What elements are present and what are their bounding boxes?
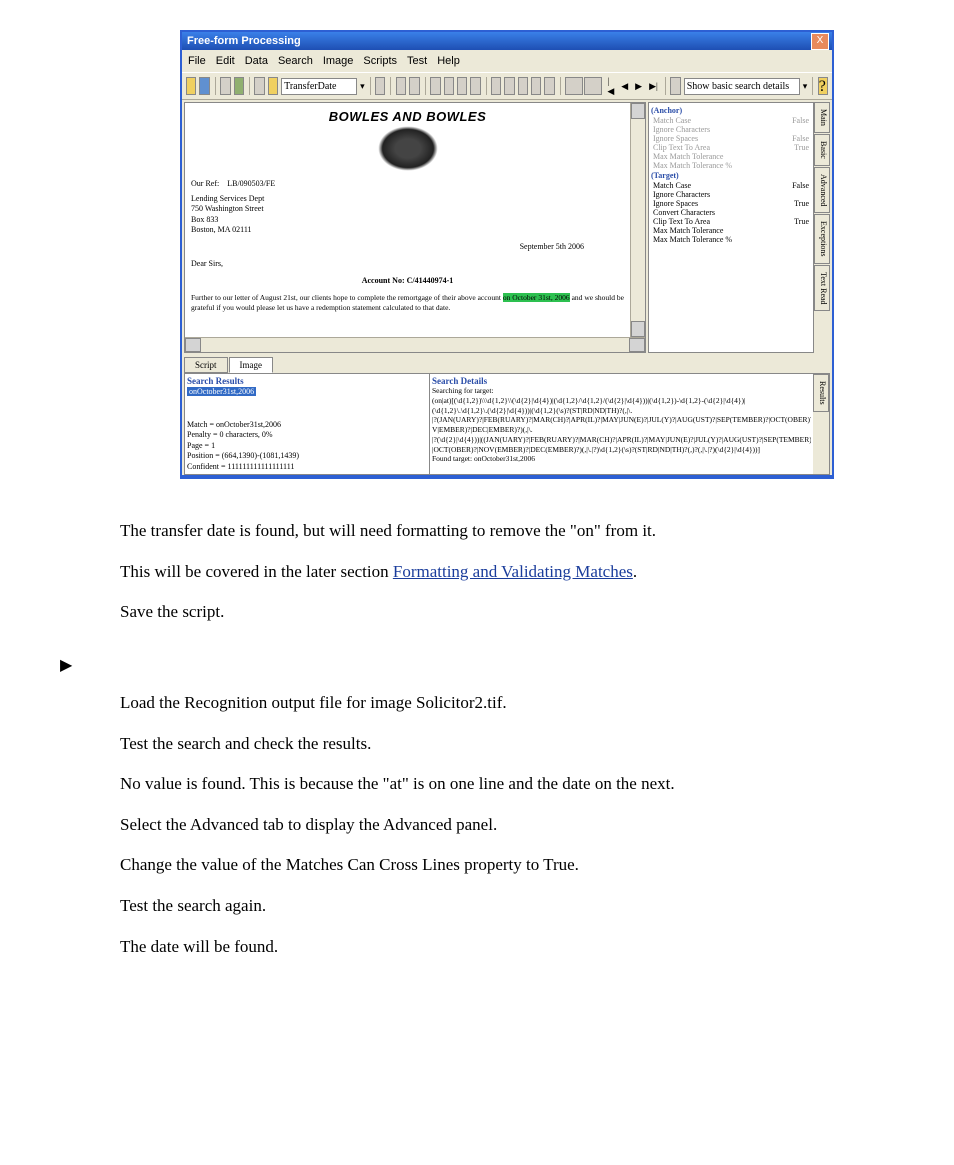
stat-page: Page = 1 [187, 441, 427, 451]
match-highlight: on October 31st, 2006 [503, 293, 570, 302]
tab-basic[interactable]: Basic [814, 134, 830, 166]
stat-match: Match = onOctober31st,2006 [187, 420, 427, 430]
folder-icon[interactable] [268, 77, 278, 95]
block-icon[interactable] [544, 77, 554, 95]
list2-icon[interactable] [531, 77, 541, 95]
app-window: Free-form Processing X File Edit Data Se… [180, 30, 834, 479]
toolbar: ▾ [182, 72, 832, 100]
ourref-value: LB/090503/FE [227, 179, 275, 188]
para-3: Save the script. [120, 600, 834, 625]
copy-icon[interactable] [444, 77, 454, 95]
menu-search[interactable]: Search [278, 55, 313, 67]
step-arrow-icon: ▶ [60, 655, 834, 675]
tab-advanced[interactable]: Advanced [814, 167, 830, 213]
window-title: Free-form Processing [185, 35, 301, 47]
menu-test[interactable]: Test [407, 55, 427, 67]
zoomin-icon[interactable] [565, 77, 583, 95]
tab-main[interactable]: Main [814, 102, 830, 133]
indent-icon[interactable] [491, 77, 501, 95]
prop-group-anchor: (Anchor) [651, 106, 811, 115]
para-9: Test the search again. [120, 894, 834, 919]
help-icon[interactable]: ? [818, 77, 828, 95]
img-icon[interactable] [220, 77, 230, 95]
undo-icon[interactable] [396, 77, 406, 95]
addr4: Boston, MA 02111 [191, 225, 624, 235]
find-icon[interactable] [470, 77, 480, 95]
print-icon[interactable] [254, 77, 264, 95]
para-4: Load the Recognition output file for ima… [120, 691, 834, 716]
logo-icon [378, 126, 438, 171]
properties-panel: (Anchor) Match CaseFalse Ignore Characte… [648, 102, 814, 353]
tool-icon[interactable] [375, 77, 385, 95]
stat-penalty: Penalty = 0 characters, 0% [187, 430, 427, 440]
results-heading: Search Results [187, 376, 427, 386]
scrollbar-vertical[interactable] [630, 103, 645, 337]
titlebar[interactable]: Free-form Processing X [182, 32, 832, 50]
para-1: The transfer date is found, but will nee… [120, 519, 834, 544]
result-selected[interactable]: onOctober31st,2006 [187, 387, 256, 396]
salutation: Dear Sirs, [191, 259, 624, 268]
tab-results[interactable]: Results [813, 374, 829, 412]
para-6: No value is found. This is because the "… [120, 772, 834, 797]
list-icon[interactable] [518, 77, 528, 95]
menu-help[interactable]: Help [437, 55, 460, 67]
menu-image[interactable]: Image [323, 55, 354, 67]
link-formatting[interactable]: Formatting and Validating Matches [393, 562, 633, 581]
search-results-panel: Search Results onOctober31st,2006 Match … [185, 374, 430, 474]
field-combo[interactable] [281, 78, 357, 95]
para-2: This will be covered in the later sectio… [120, 560, 834, 585]
search-details-panel: Search Details Searching for target: (on… [430, 374, 813, 474]
img2-icon[interactable] [234, 77, 244, 95]
lower-tabs: Script Image [184, 357, 832, 373]
letter-body: Further to our letter of August 21st, ou… [191, 293, 624, 314]
menu-scripts[interactable]: Scripts [363, 55, 397, 67]
tab-script[interactable]: Script [184, 357, 228, 373]
paste-icon[interactable] [457, 77, 467, 95]
ourref-label: Our Ref: [191, 179, 219, 188]
zoomout-icon[interactable] [584, 77, 602, 95]
details-heading: Search Details [432, 376, 811, 386]
menu-bar: File Edit Data Search Image Scripts Test… [182, 50, 832, 72]
para-10: The date will be found. [120, 935, 834, 960]
company-name: BOWLES AND BOWLES [191, 109, 624, 124]
menu-file[interactable]: File [188, 55, 206, 67]
side-tabs: Main Basic Advanced Exceptions Text Read [814, 102, 830, 353]
outdent-icon[interactable] [504, 77, 514, 95]
prop-group-target: (Target) [651, 171, 811, 180]
para-7: Select the Advanced tab to display the A… [120, 813, 834, 838]
addr2: 750 Washington Street [191, 204, 624, 214]
stat-position: Position = (664,1390)-(1081,1439) [187, 451, 427, 461]
para-8: Change the value of the Matches Can Cros… [120, 853, 834, 878]
para-5: Test the search and check the results. [120, 732, 834, 757]
stat-confident: Confident = 111111111111111111 [187, 462, 427, 472]
open-icon[interactable] [186, 77, 196, 95]
menu-edit[interactable]: Edit [216, 55, 235, 67]
tab-textread[interactable]: Text Read [814, 265, 830, 312]
letter-date: September 5th 2006 [191, 242, 624, 251]
cut-icon[interactable] [430, 77, 440, 95]
detail-combo[interactable] [684, 78, 800, 95]
account-no: Account No: C/41440974-1 [191, 276, 624, 285]
scrollbar-horizontal[interactable] [185, 337, 645, 352]
close-icon[interactable]: X [811, 33, 829, 50]
tab-image[interactable]: Image [229, 357, 274, 373]
magnify-icon[interactable] [670, 77, 680, 95]
save-icon[interactable] [199, 77, 209, 95]
addr3: Box 833 [191, 215, 624, 225]
document-preview: BOWLES AND BOWLES Our Ref: LB/090503/FE … [185, 103, 630, 337]
tab-exceptions[interactable]: Exceptions [814, 214, 830, 264]
redo-icon[interactable] [409, 77, 419, 95]
menu-data[interactable]: Data [245, 55, 268, 67]
addr1: Lending Services Dept [191, 194, 624, 204]
